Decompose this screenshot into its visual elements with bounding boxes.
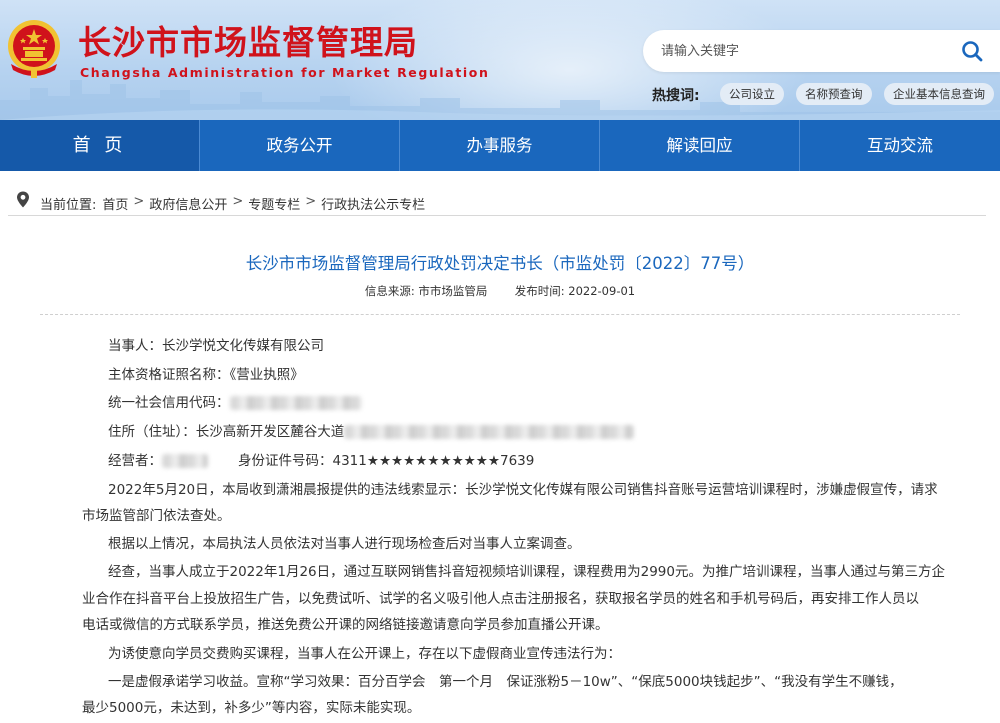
paragraph-3-line-1: 经查，当事人成立于2022年1月26日，通过互联网销售抖音短视频培训课程，课程费… (108, 564, 945, 580)
site-header: 长沙市市场监督管理局 Changsha Administration for M… (0, 0, 1000, 120)
paragraph-1-line-1: 2022年5月20日，本局收到潇湘晨报提供的违法线索显示：长沙学悦文化传媒有限公… (108, 482, 938, 498)
source-value: 市市场监管局 (418, 284, 488, 298)
nav-interpretation[interactable]: 解读回应 (600, 120, 800, 171)
hot-tag-name-precheck[interactable]: 名称预查询 (796, 83, 872, 105)
address-label: 住所（住址）：长沙高新开发区麓谷大道 (108, 424, 345, 440)
breadcrumb: 当前位置: 首页 > 政府信息公开 > 专题专栏 > 行政执法公示专栏 (8, 188, 986, 216)
paragraph-5-line-1: 一是虚假承诺学习收益。宣称“学习效果：百分百学会 第一个月 保证涨粉5－10w”… (108, 674, 903, 690)
paragraph-3-line-3: 电话或微信的方式联系学员，推送免费公开课的网络链接邀请意向学员参加直播公开课。 (82, 617, 609, 633)
id-label: 身份证件号码： (238, 453, 333, 469)
search-icon[interactable] (961, 40, 983, 62)
date-value: 2022-09-01 (568, 284, 636, 298)
hot-tag-company-setup[interactable]: 公司设立 (720, 83, 784, 105)
license-line: 主体资格证照名称：《营业执照》 (108, 367, 304, 383)
credit-code-label: 统一社会信用代码： (108, 395, 230, 411)
redacted-block (344, 425, 635, 439)
paragraph-1-line-2: 市场监管部门依法查处。 (82, 508, 231, 524)
search-box (643, 30, 1000, 72)
site-subtitle: Changsha Administration for Market Regul… (80, 65, 490, 80)
paragraph-3-line-2: 业合作在抖音平台上投放招生广告，以免费试听、试学的名义吸引他人点击注册报名，获取… (82, 591, 919, 607)
breadcrumb-separator: > (133, 194, 145, 209)
source-label: 信息来源: (364, 284, 415, 298)
date-label: 发布时间: (514, 284, 565, 298)
nav-services[interactable]: 办事服务 (400, 120, 600, 171)
id-value: 4311★★★★★★★★★★★7639 (332, 453, 535, 469)
breadcrumb-separator: > (232, 194, 244, 209)
paragraph-4: 为诱使意向学员交费购买课程，当事人在公开课上，存在以下虚假商业宣传违法行为： (108, 646, 621, 662)
credit-code-line: 统一社会信用代码： (108, 389, 362, 417)
nav-home[interactable]: 首 页 (0, 120, 200, 171)
hot-tag-enterprise-info[interactable]: 企业基本信息查询 (884, 83, 994, 105)
redacted-block (162, 454, 208, 468)
nav-government-affairs[interactable]: 政务公开 (200, 120, 400, 171)
breadcrumb-home[interactable]: 首页 (102, 194, 128, 213)
breadcrumb-gov-info[interactable]: 政府信息公开 (149, 194, 227, 213)
breadcrumb-separator: > (305, 194, 317, 209)
main-nav: 首 页 政务公开 办事服务 解读回应 互动交流 (0, 120, 1000, 171)
hot-search-label: 热搜词: (652, 88, 700, 104)
operator-line: 经营者： 身份证件号码：4311★★★★★★★★★★★7639 (108, 447, 534, 475)
address-line: 住所（住址）：长沙高新开发区麓谷大道 (108, 418, 635, 446)
article-meta: 信息来源: 市市场监管局 发布时间: 2022-09-01 (0, 283, 1000, 299)
paragraph-5-line-2: 最少5000元，未达到，补多少”等内容，实际未能实现。 (82, 700, 421, 716)
party-line: 当事人：长沙学悦文化传媒有限公司 (108, 338, 324, 354)
location-pin-icon (17, 191, 29, 208)
search-input[interactable] (661, 40, 941, 62)
nav-interaction[interactable]: 互动交流 (800, 120, 1000, 171)
title-divider (40, 314, 960, 315)
national-emblem-icon (8, 20, 60, 78)
breadcrumb-topics[interactable]: 专题专栏 (248, 194, 300, 213)
breadcrumb-enforcement[interactable]: 行政执法公示专栏 (321, 194, 425, 213)
paragraph-2: 根据以上情况，本局执法人员依法对当事人进行现场检查后对当事人立案调查。 (108, 536, 581, 552)
redacted-block (229, 396, 362, 410)
article-title: 长沙市市场监督管理局行政处罚决定书长（市监处罚〔2022〕77号） (245, 254, 755, 273)
breadcrumb-label: 当前位置: (40, 198, 97, 213)
site-title: 长沙市市场监督管理局 (78, 23, 418, 62)
operator-label: 经营者： (108, 453, 162, 469)
